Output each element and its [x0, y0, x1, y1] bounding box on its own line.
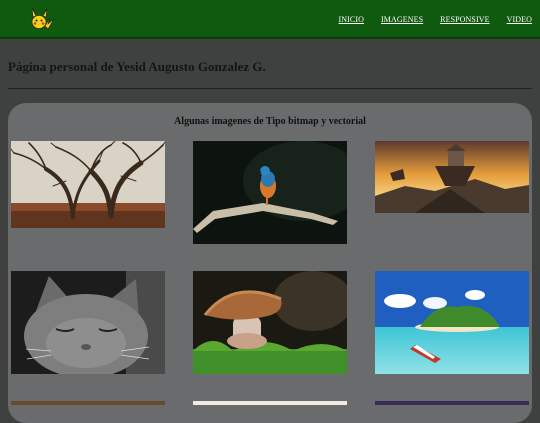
- tropical-island-boat-image[interactable]: [375, 271, 529, 374]
- nav-link-video[interactable]: VIDEO: [507, 15, 532, 24]
- nav-link-inicio[interactable]: INICIO: [339, 15, 364, 24]
- gallery-image-8[interactable]: [193, 401, 347, 405]
- kingfisher-bird-image[interactable]: [193, 141, 347, 244]
- main-nav: INICIO IMAGENES RESPONSIVE VIDEO: [322, 15, 532, 24]
- nav-link-responsive[interactable]: RESPONSIVE: [440, 15, 489, 24]
- gallery-image-9[interactable]: [375, 401, 529, 405]
- top-navbar: INICIO IMAGENES RESPONSIVE VIDEO: [0, 0, 540, 39]
- tree-image[interactable]: [11, 141, 165, 228]
- gallery-title: Algunas imagenes de Tipo bitmap y vector…: [174, 116, 366, 127]
- mushroom-image[interactable]: [193, 271, 347, 374]
- page-title: Página personal de Yesid Augusto Gonzale…: [8, 59, 266, 74]
- floating-island-sunset-image[interactable]: [375, 141, 529, 213]
- nav-link-imagenes[interactable]: IMAGENES: [381, 15, 423, 24]
- pikachu-icon[interactable]: [28, 6, 56, 34]
- sleeping-cat-image[interactable]: [11, 271, 165, 374]
- divider: [8, 88, 532, 89]
- gallery-image-7[interactable]: [11, 401, 165, 405]
